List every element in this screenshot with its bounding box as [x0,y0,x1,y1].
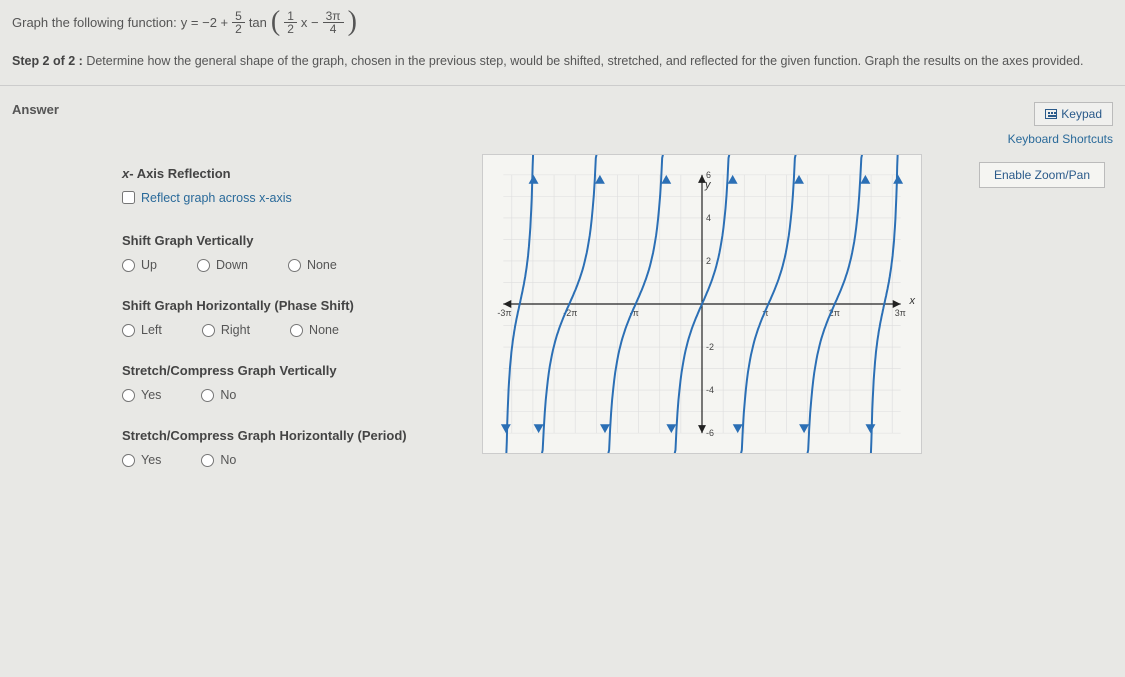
question-header: Graph the following function: y = −2 + 5… [0,0,1125,86]
group-reflection: x- Axis Reflection Reflect graph across … [122,166,432,208]
svg-text:3π: 3π [895,308,906,318]
equation-lhs: y = −2 + [181,15,228,30]
graph-panel: Enable Zoom/Pan y x -6-4-2246-3π-2π-ππ2π… [462,154,1113,494]
graph-canvas[interactable]: y x -6-4-2246-3π-2π-ππ2π3π [482,154,922,454]
step-instructions: Step 2 of 2 : Determine how the general … [12,46,1113,85]
shift-h-title: Shift Graph Horizontally (Phase Shift) [122,298,432,313]
right-paren: ) [348,8,357,36]
shift-h-right[interactable]: Right [202,323,250,337]
zoom-pan-button[interactable]: Enable Zoom/Pan [979,162,1105,188]
radio-down[interactable] [197,259,210,272]
plot-svg: -6-4-2246-3π-2π-ππ2π3π [483,155,921,453]
shift-v-up[interactable]: Up [122,258,157,272]
stretch-v-no[interactable]: No [201,388,236,402]
toolbar: Keypad Keyboard Shortcuts [1008,102,1113,146]
fraction-3pi-4: 3π 4 [323,10,344,35]
x-axis-label: x [910,295,916,307]
reflect-checkbox[interactable] [122,191,135,204]
keyboard-shortcuts-link[interactable]: Keyboard Shortcuts [1008,132,1113,146]
x-minus: x − [301,15,319,30]
shift-h-left[interactable]: Left [122,323,162,337]
tan-label: tan [249,15,267,30]
step-body: Determine how the general shape of the g… [86,54,1083,68]
radio-right[interactable] [202,324,215,337]
radio-none-h[interactable] [290,324,303,337]
keypad-button[interactable]: Keypad [1034,102,1113,126]
radio-stretch-v-no[interactable] [201,389,214,402]
keypad-icon [1045,109,1057,119]
group-stretch-horizontal: Stretch/Compress Graph Horizontally (Per… [122,428,432,467]
fraction-5-2: 5 2 [232,10,245,35]
radio-stretch-h-no[interactable] [201,454,214,467]
stretch-h-yes[interactable]: Yes [122,453,161,467]
shift-h-none[interactable]: None [290,323,339,337]
group-stretch-vertical: Stretch/Compress Graph Vertically Yes No [122,363,432,402]
radio-up[interactable] [122,259,135,272]
fraction-1-2: 1 2 [284,10,297,35]
reflect-text: Reflect graph across x-axis [141,191,292,205]
answer-bar: Answer Keypad Keyboard Shortcuts [0,86,1125,154]
svg-text:2: 2 [706,256,711,266]
step-label: Step 2 of 2 : [12,54,83,68]
keypad-label: Keypad [1061,107,1102,121]
shift-v-title: Shift Graph Vertically [122,233,432,248]
svg-text:-6: -6 [706,428,714,438]
function-expression: Graph the following function: y = −2 + 5… [12,8,1113,36]
group-shift-horizontal: Shift Graph Horizontally (Phase Shift) L… [122,298,432,337]
stretch-h-title: Stretch/Compress Graph Horizontally (Per… [122,428,432,443]
left-paren: ( [271,8,280,36]
controls-panel: x- Axis Reflection Reflect graph across … [12,154,432,494]
prompt-text: Graph the following function: [12,15,177,30]
radio-none-v[interactable] [288,259,301,272]
y-axis-label: y [705,179,711,191]
stretch-v-yes[interactable]: Yes [122,388,161,402]
main-area: x- Axis Reflection Reflect graph across … [0,154,1125,494]
radio-stretch-h-yes[interactable] [122,454,135,467]
stretch-h-no[interactable]: No [201,453,236,467]
shift-v-down[interactable]: Down [197,258,248,272]
svg-text:4: 4 [706,213,711,223]
stretch-v-title: Stretch/Compress Graph Vertically [122,363,432,378]
radio-stretch-v-yes[interactable] [122,389,135,402]
radio-left[interactable] [122,324,135,337]
shift-v-none[interactable]: None [288,258,337,272]
answer-label: Answer [12,102,59,117]
group-shift-vertical: Shift Graph Vertically Up Down None [122,233,432,272]
svg-text:-2: -2 [706,342,714,352]
reflect-checkbox-label[interactable]: Reflect graph across x-axis [122,191,292,205]
reflection-title: x- Axis Reflection [122,166,432,181]
svg-text:-4: -4 [706,385,714,395]
svg-text:-3π: -3π [497,308,511,318]
